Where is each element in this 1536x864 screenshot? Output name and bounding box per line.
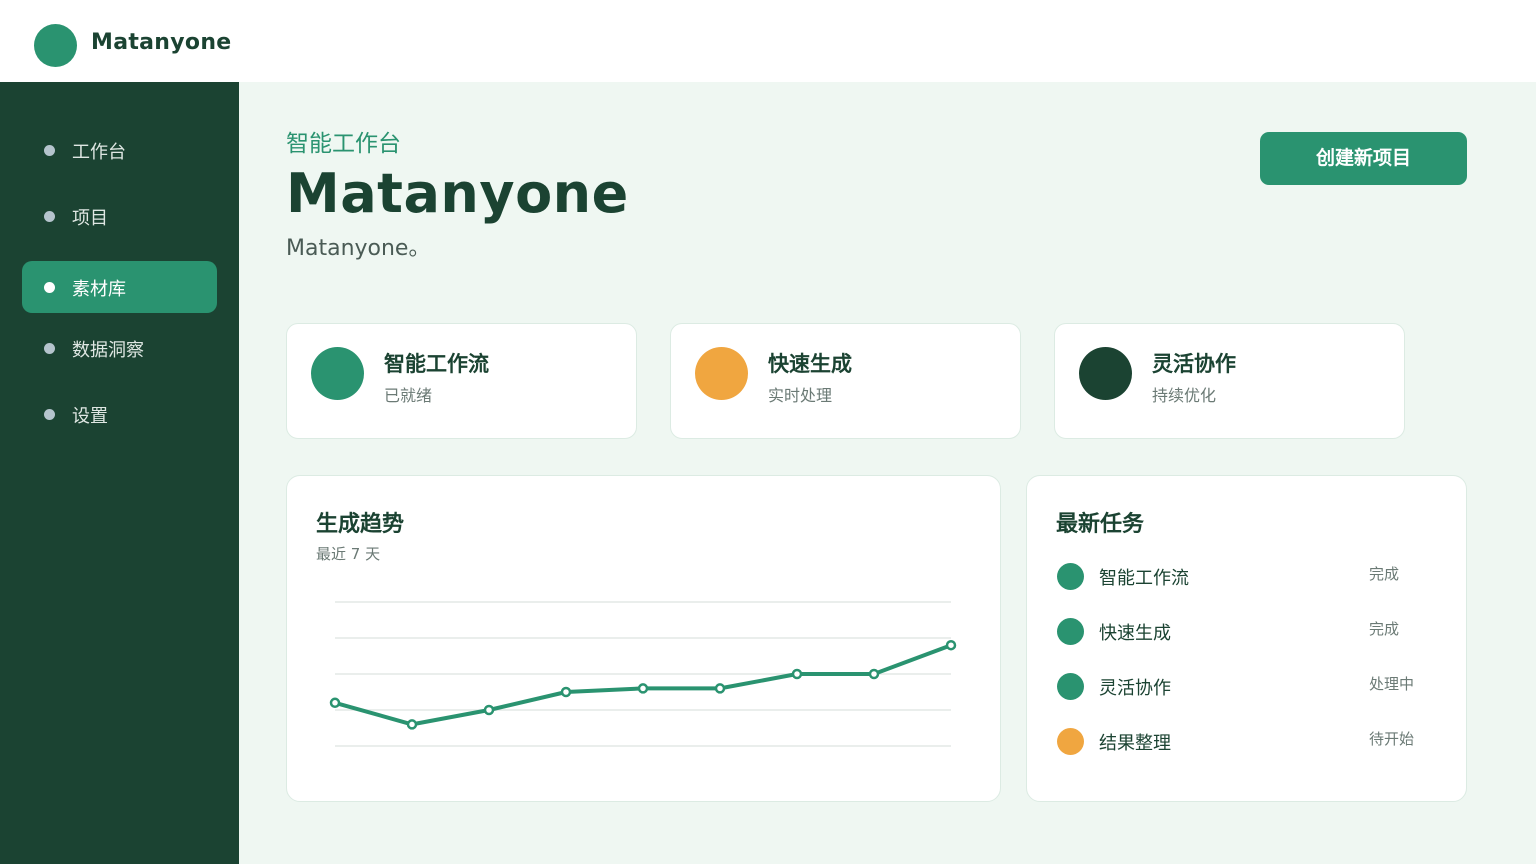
page-title: Matanyone — [286, 162, 629, 225]
nav-dot-icon — [44, 343, 55, 354]
sidebar-item-assets[interactable]: 素材库 — [22, 261, 217, 313]
sidebar-item-workbench[interactable]: 工作台 — [22, 124, 217, 176]
task-status: 待开始 — [1369, 730, 1415, 748]
task-status: 处理中 — [1369, 675, 1415, 693]
task-row[interactable]: 快速生成 完成 — [1055, 611, 1435, 651]
sidebar-item-label: 数据洞察 — [72, 340, 144, 361]
feature-dot-icon — [311, 347, 364, 400]
feature-card-workflow[interactable]: 智能工作流 已就绪 — [286, 323, 637, 439]
trend-panel: 生成趋势 最近 7 天 — [286, 475, 1001, 802]
chart-point[interactable] — [560, 686, 572, 698]
chart-point[interactable] — [406, 719, 418, 730]
feature-subtitle: 实时处理 — [768, 386, 833, 405]
feature-subtitle: 已就绪 — [384, 386, 433, 405]
sidebar-item-projects[interactable]: 项目 — [22, 190, 217, 242]
task-status-dot-icon — [1057, 728, 1084, 755]
task-status-dot-icon — [1057, 673, 1084, 700]
feature-title: 快速生成 — [768, 352, 852, 376]
chart-point[interactable] — [483, 704, 495, 716]
task-row[interactable]: 结果整理 待开始 — [1055, 721, 1435, 761]
task-row[interactable]: 智能工作流 完成 — [1055, 556, 1435, 596]
task-row[interactable]: 灵活协作 处理中 — [1055, 666, 1435, 706]
task-name: 灵活协作 — [1099, 678, 1171, 699]
feature-card-collab[interactable]: 灵活协作 持续优化 — [1054, 323, 1405, 439]
sidebar-item-label: 设置 — [72, 406, 108, 427]
sidebar-item-label: 素材库 — [72, 279, 126, 300]
task-status-dot-icon — [1057, 618, 1084, 645]
feature-title: 灵活协作 — [1152, 352, 1236, 376]
chart-point[interactable] — [868, 668, 880, 680]
feature-card-generate[interactable]: 快速生成 实时处理 — [670, 323, 1021, 439]
chart-point[interactable] — [714, 683, 726, 694]
tasks-panel: 最新任务 智能工作流 完成 快速生成 完成 灵活协作 处理中 结果整理 待开始 — [1026, 475, 1467, 802]
trend-chart — [329, 601, 957, 747]
nav-dot-icon — [44, 145, 55, 156]
logo-icon — [34, 24, 77, 67]
tasks-title: 最新任务 — [1056, 512, 1145, 537]
create-project-button[interactable]: 创建新项目 — [1260, 132, 1467, 185]
feature-title: 智能工作流 — [384, 352, 489, 376]
nav-dot-icon — [44, 211, 55, 222]
chart-point[interactable] — [637, 683, 649, 694]
sidebar: 工作台 项目 素材库 数据洞察 设置 — [0, 82, 239, 864]
feature-subtitle: 持续优化 — [1152, 386, 1217, 405]
sidebar-item-label: 工作台 — [72, 142, 126, 163]
chart-point[interactable] — [945, 639, 957, 651]
task-status: 完成 — [1369, 620, 1400, 638]
sidebar-item-insights[interactable]: 数据洞察 — [22, 322, 217, 374]
task-name: 快速生成 — [1099, 623, 1171, 644]
feature-dot-icon — [695, 347, 748, 400]
chart-point[interactable] — [791, 668, 803, 680]
task-name: 结果整理 — [1099, 733, 1171, 754]
sidebar-item-settings[interactable]: 设置 — [22, 388, 217, 440]
brand-name: Matanyone — [91, 30, 232, 55]
nav-dot-icon — [44, 409, 55, 420]
top-bar: Matanyone — [0, 0, 1536, 82]
task-name: 智能工作流 — [1099, 568, 1189, 589]
sidebar-item-label: 项目 — [72, 208, 108, 229]
feature-dot-icon — [1079, 347, 1132, 400]
task-status-dot-icon — [1057, 563, 1084, 590]
nav-dot-icon — [44, 282, 55, 293]
page-eyebrow: 智能工作台 — [286, 131, 401, 157]
page-subtitle: Matanyone。 — [286, 236, 431, 261]
chart-point[interactable] — [329, 697, 341, 709]
task-status: 完成 — [1369, 565, 1400, 583]
